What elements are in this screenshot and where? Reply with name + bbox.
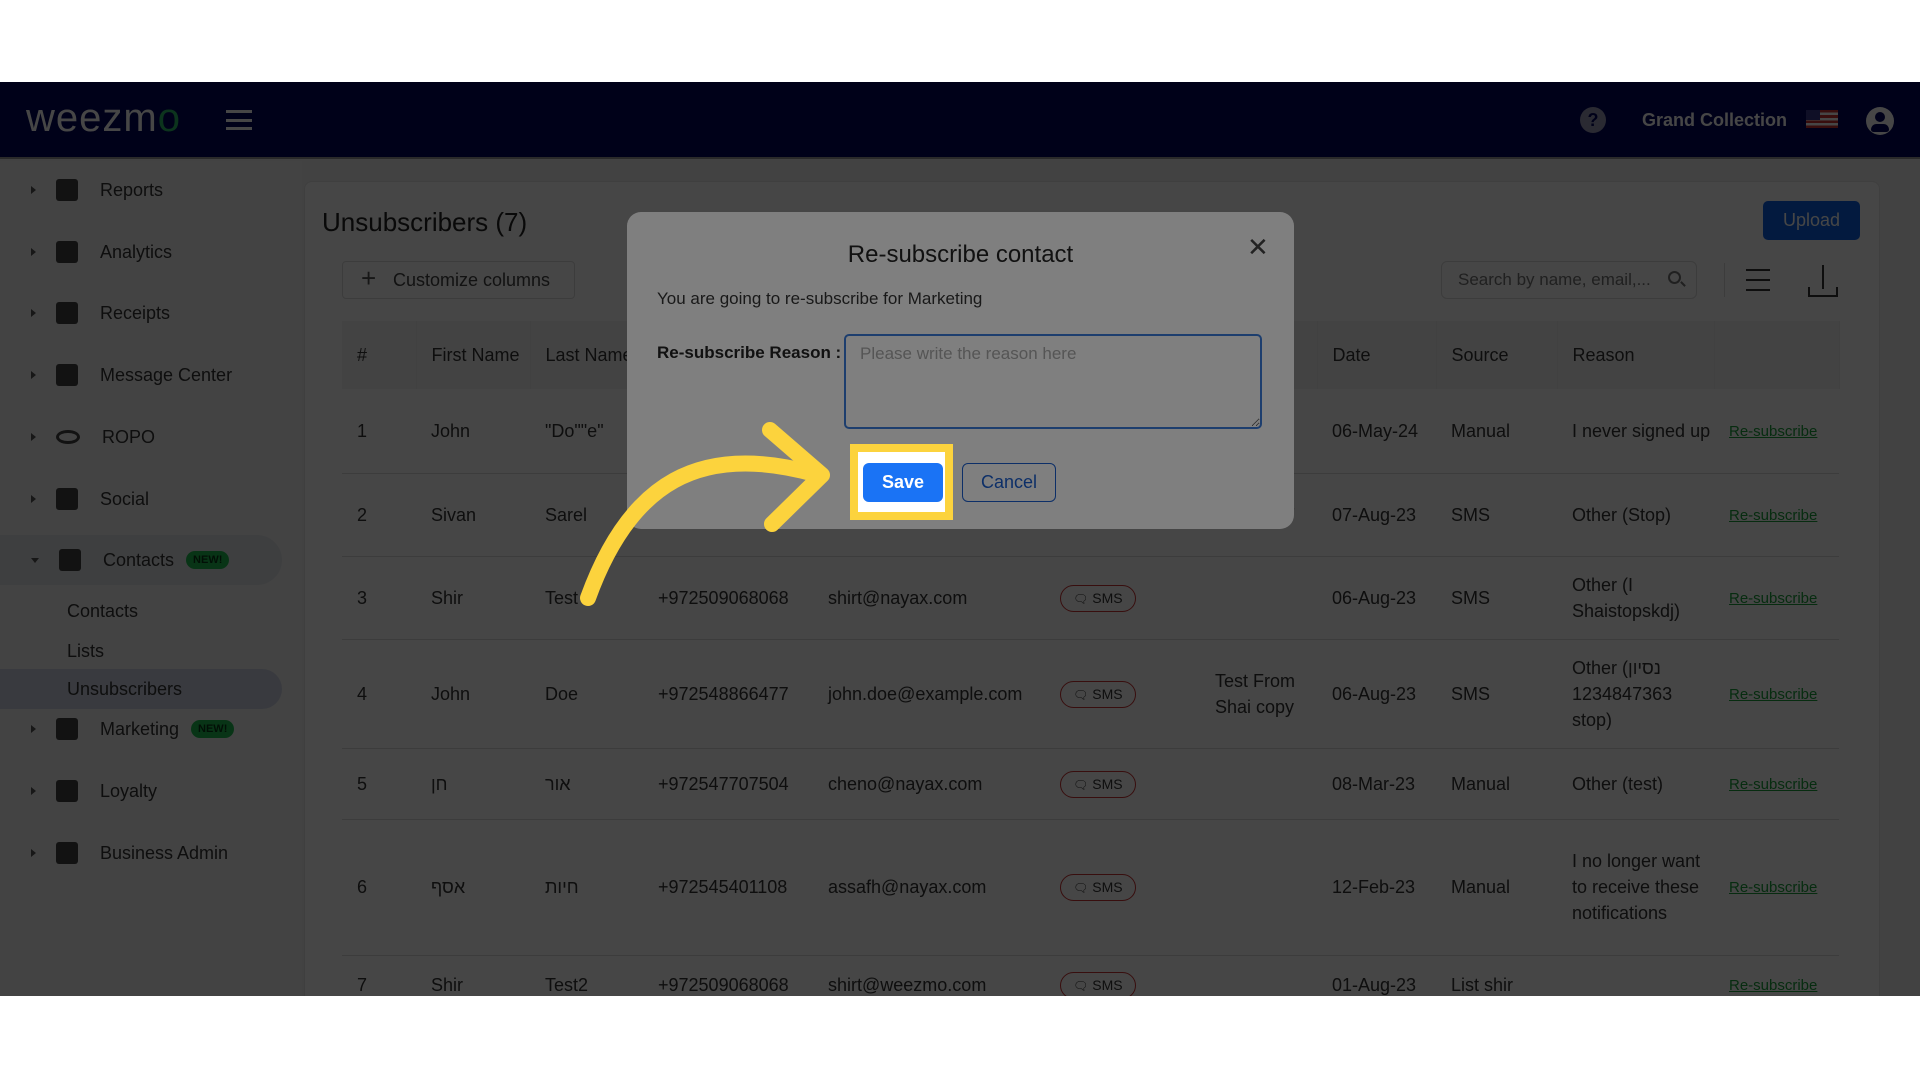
pointer-arrow-icon	[580, 422, 830, 606]
app: weezmo ? Grand Collection ReportsAnalyti…	[0, 82, 1920, 996]
